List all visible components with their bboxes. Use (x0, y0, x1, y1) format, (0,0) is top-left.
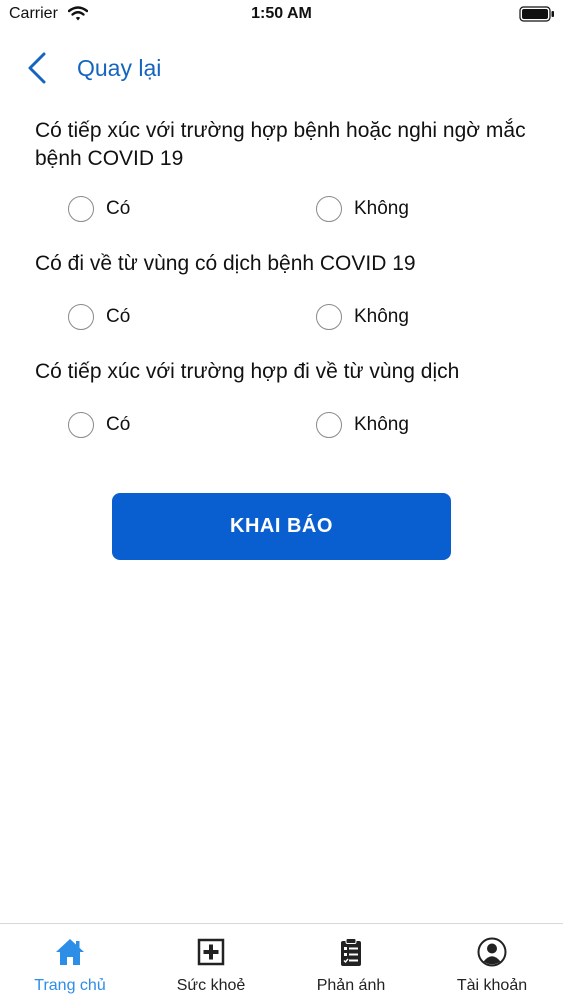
tab-label: Tài khoản (456, 977, 528, 994)
navigation-bar: Quay lại (0, 44, 563, 90)
declare-button[interactable]: KHAI BÁO (112, 493, 451, 560)
question-3-option-no[interactable]: Không (316, 412, 409, 438)
tab-bar: Trang chủ Sức khoẻ Phản ánh Tài khoản (0, 923, 563, 1000)
question-1-option-yes[interactable]: Có (68, 196, 130, 222)
back-label: Quay lại (77, 54, 162, 81)
radio-button[interactable] (316, 304, 342, 330)
status-time: 1:50 AM (251, 5, 312, 22)
tab-home[interactable]: Trang chủ (0, 924, 140, 1000)
radio-button[interactable] (68, 412, 94, 438)
option-label: Không (354, 414, 409, 435)
option-label: Có (106, 306, 131, 327)
account-icon (477, 937, 507, 967)
chevron-left-icon (28, 52, 46, 84)
option-label: Không (354, 306, 409, 327)
radio-button[interactable] (316, 412, 342, 438)
question-3-option-yes[interactable]: Có (68, 412, 130, 438)
tab-feedback[interactable]: Phản ánh (281, 924, 421, 1000)
option-label: Không (354, 198, 409, 219)
tab-label: Trang chủ (34, 977, 106, 994)
radio-button[interactable] (68, 304, 94, 330)
home-icon (56, 939, 84, 965)
radio-button[interactable] (68, 196, 94, 222)
question-1: Có tiếp xúc với trường hợp bệnh hoặc ngh… (35, 119, 526, 170)
clipboard-icon (341, 938, 361, 966)
question-2: Có đi về từ vùng có dịch bệnh COVID 19 (35, 252, 416, 275)
option-label: Có (106, 198, 131, 219)
question-1-option-no[interactable]: Không (316, 196, 409, 222)
question-3: Có tiếp xúc với trường hợp đi về từ vùng… (35, 360, 460, 383)
screen: Carrier 1:50 AM Quay lại Có tiếp xúc với… (0, 0, 563, 1000)
status-bar: Carrier 1:50 AM (0, 0, 563, 30)
tab-account[interactable]: Tài khoản (422, 924, 562, 1000)
tab-label: Phản ánh (316, 977, 386, 994)
medical-cross-icon (197, 938, 225, 966)
question-2-option-no[interactable]: Không (316, 304, 409, 330)
question-2-option-yes[interactable]: Có (68, 304, 130, 330)
radio-button[interactable] (316, 196, 342, 222)
tab-label: Sức khoẻ (176, 977, 246, 994)
option-label: Có (106, 414, 131, 435)
battery-icon (519, 6, 555, 27)
tab-health[interactable]: Sức khoẻ (141, 924, 281, 1000)
back-button[interactable]: Quay lại (26, 50, 161, 86)
